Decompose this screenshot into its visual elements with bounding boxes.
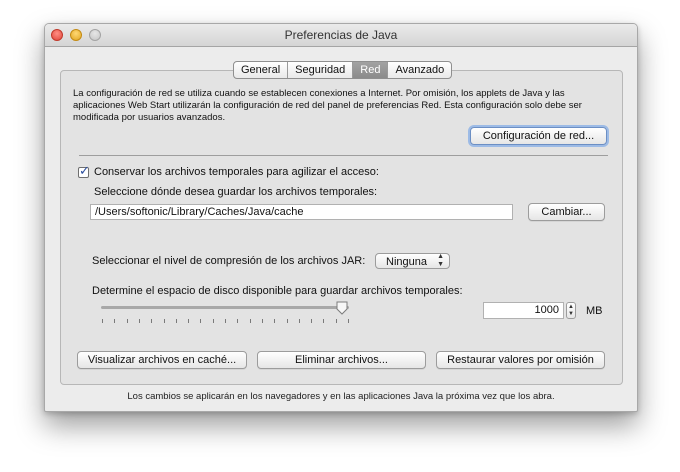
slider-tick [348, 319, 349, 323]
keep-temp-files-checkbox[interactable]: ✓ [78, 163, 90, 178]
stepper-down-icon[interactable]: ▼ [568, 311, 574, 317]
delete-files-button[interactable]: Eliminar archivos... [257, 351, 426, 369]
slider-tick [311, 319, 313, 323]
restore-defaults-button[interactable]: Restaurar valores por omisión [436, 351, 605, 369]
slider-tick [212, 319, 214, 323]
tab-network[interactable]: Red [353, 62, 389, 78]
tab-bar: General Seguridad Red Avanzado [233, 61, 453, 79]
slider-tick [175, 319, 177, 323]
footer-note: Los cambios se aplicarán en los navegado… [127, 391, 555, 402]
slider-tick [249, 319, 251, 323]
tab-security[interactable]: Seguridad [288, 62, 354, 78]
slider-tick [286, 319, 288, 323]
section-divider [79, 155, 608, 156]
stepper-up-icon[interactable]: ▲ [568, 304, 574, 310]
compression-value: Ninguna [386, 256, 427, 268]
view-cache-button[interactable]: Visualizar archivos en caché... [77, 351, 247, 369]
network-settings-button[interactable]: Configuración de red... [470, 127, 607, 145]
network-description: La configuración de red se utiliza cuand… [73, 88, 582, 123]
keep-temp-files-label: Conservar los archivos temporales para a… [94, 166, 379, 178]
slider-thumb[interactable] [336, 301, 348, 315]
window-title: Preferencias de Java [284, 28, 398, 42]
tab-general[interactable]: General [234, 62, 289, 78]
slider-tick [261, 319, 263, 323]
slider-tick [151, 319, 153, 323]
cache-path-field[interactable]: /Users/softonic/Library/Caches/Java/cach… [90, 204, 513, 220]
slider-tick [126, 319, 128, 323]
slider-tick [335, 319, 337, 323]
slider-tick [163, 319, 165, 323]
slider-tick [225, 319, 226, 323]
disk-space-unit: MB [586, 305, 603, 317]
change-location-button[interactable]: Cambiar... [528, 203, 605, 221]
disk-space-stepper[interactable]: ▲ ▼ [566, 302, 576, 319]
slider-tick [114, 319, 116, 323]
slider-tick [237, 319, 239, 323]
java-preferences-window: Preferencias de Java General Seguridad R… [44, 23, 638, 412]
tab-advanced[interactable]: Avanzado [388, 62, 451, 78]
disk-space-label: Determine el espacio de disco disponible… [92, 285, 463, 297]
slider-tick [102, 319, 103, 323]
disk-space-field[interactable]: 1000 [483, 302, 564, 319]
slider-tick [298, 319, 300, 323]
disk-space-slider[interactable] [101, 306, 349, 309]
slider-tick [274, 319, 276, 323]
compression-select[interactable]: Ninguna ▲ ▼ [375, 253, 450, 269]
cache-location-label: Seleccione dónde desea guardar los archi… [94, 186, 378, 198]
slider-tick [200, 319, 202, 323]
updown-arrows-icon: ▲ ▼ [437, 253, 444, 268]
title-bar[interactable]: Preferencias de Java [45, 24, 637, 47]
checkmark-icon: ✓ [79, 163, 90, 178]
compression-label: Seleccionar el nivel de compresión de lo… [92, 255, 366, 267]
slider-tick [138, 319, 140, 323]
slider-tick [323, 319, 325, 323]
slider-tick [188, 319, 190, 323]
